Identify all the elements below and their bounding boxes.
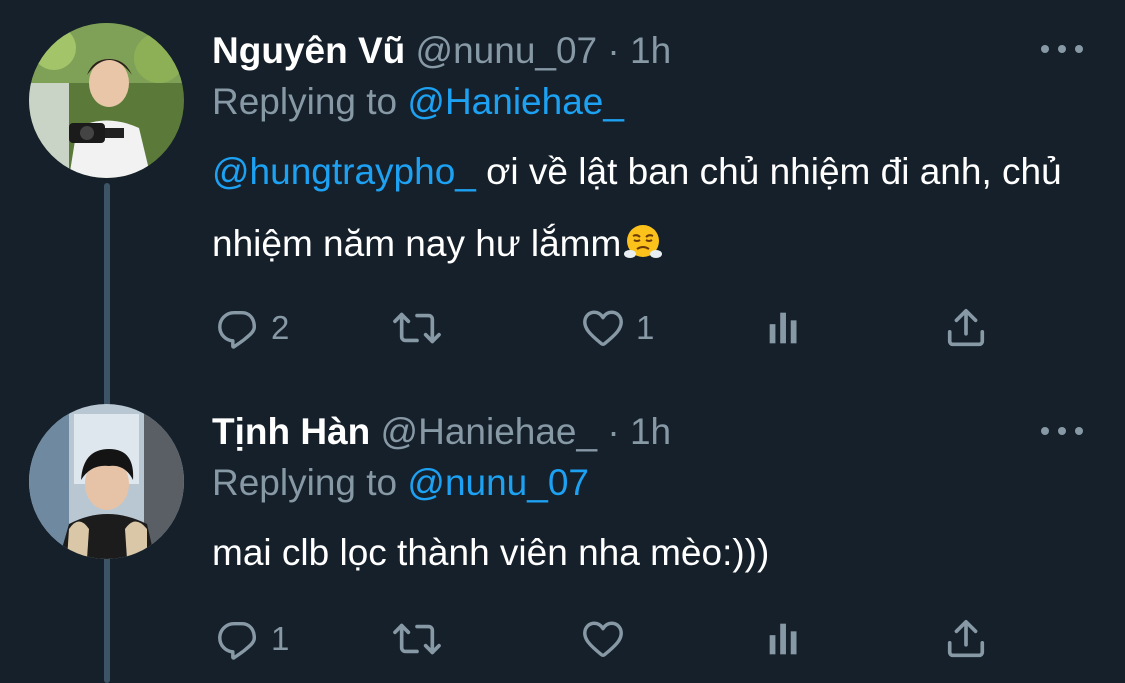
more-icon[interactable]	[1041, 421, 1083, 441]
face-with-steam-from-nose-emoji	[623, 214, 663, 258]
replying-prefix: Replying to	[212, 81, 398, 122]
user-handle[interactable]: @Haniehae_	[381, 411, 598, 452]
tweet-text: @hungtraypho_ ơi về lật ban chủ nhiệm đi…	[212, 136, 1072, 280]
timestamp[interactable]: 1h	[630, 30, 671, 71]
like-icon	[583, 621, 623, 658]
reply-count: 2	[271, 309, 290, 346]
tweet-body: mai clb lọc thành viên nha mèo:)))	[212, 532, 770, 573]
display-name[interactable]: Tịnh Hàn	[212, 411, 370, 452]
separator-dot: ·	[607, 30, 620, 71]
analytics-button[interactable]	[765, 303, 805, 353]
tweet-header: Nguyên Vũ @nunu_07 · 1h	[212, 29, 1035, 73]
reply-count: 1	[271, 620, 290, 657]
analytics-button[interactable]	[765, 614, 805, 664]
replying-to-link[interactable]: @nunu_07	[407, 462, 589, 503]
share-icon	[947, 308, 985, 347]
like-button[interactable]: 1	[580, 303, 654, 353]
like-button[interactable]	[580, 614, 636, 664]
reply-button[interactable]: 2	[215, 303, 289, 353]
tweet-actions: 1	[212, 614, 1012, 664]
retweet-icon	[393, 623, 441, 655]
replying-to: Replying to @nunu_07	[212, 461, 589, 505]
separator-dot: ·	[607, 411, 620, 452]
share-button[interactable]	[943, 614, 989, 664]
reply-button[interactable]: 1	[215, 614, 289, 664]
timestamp[interactable]: 1h	[630, 411, 671, 452]
reply-icon	[218, 310, 257, 349]
like-icon	[583, 310, 623, 347]
tweet-text: mai clb lọc thành viên nha mèo:)))	[212, 517, 1072, 589]
user-handle[interactable]: @nunu_07	[416, 30, 598, 71]
display-name[interactable]: Nguyên Vũ	[212, 30, 405, 71]
replying-prefix: Replying to	[212, 462, 398, 503]
avatar[interactable]	[29, 23, 184, 178]
tweet-header: Tịnh Hàn @Haniehae_ · 1h	[212, 410, 1035, 454]
share-icon	[947, 619, 985, 658]
replying-to-link[interactable]: @Haniehae_	[407, 81, 624, 122]
share-button[interactable]	[943, 303, 989, 353]
analytics-icon	[769, 623, 797, 655]
tweet-actions: 2 1	[212, 303, 1012, 353]
retweet-button[interactable]	[392, 303, 452, 353]
analytics-icon	[769, 312, 797, 344]
retweet-icon	[393, 312, 441, 344]
retweet-button[interactable]	[392, 614, 452, 664]
like-count: 1	[636, 309, 655, 346]
reply-icon	[218, 621, 257, 660]
avatar[interactable]	[29, 404, 184, 559]
more-icon[interactable]	[1041, 39, 1083, 59]
mention-link[interactable]: @hungtraypho_	[212, 151, 476, 192]
replying-to: Replying to @Haniehae_	[212, 80, 624, 124]
